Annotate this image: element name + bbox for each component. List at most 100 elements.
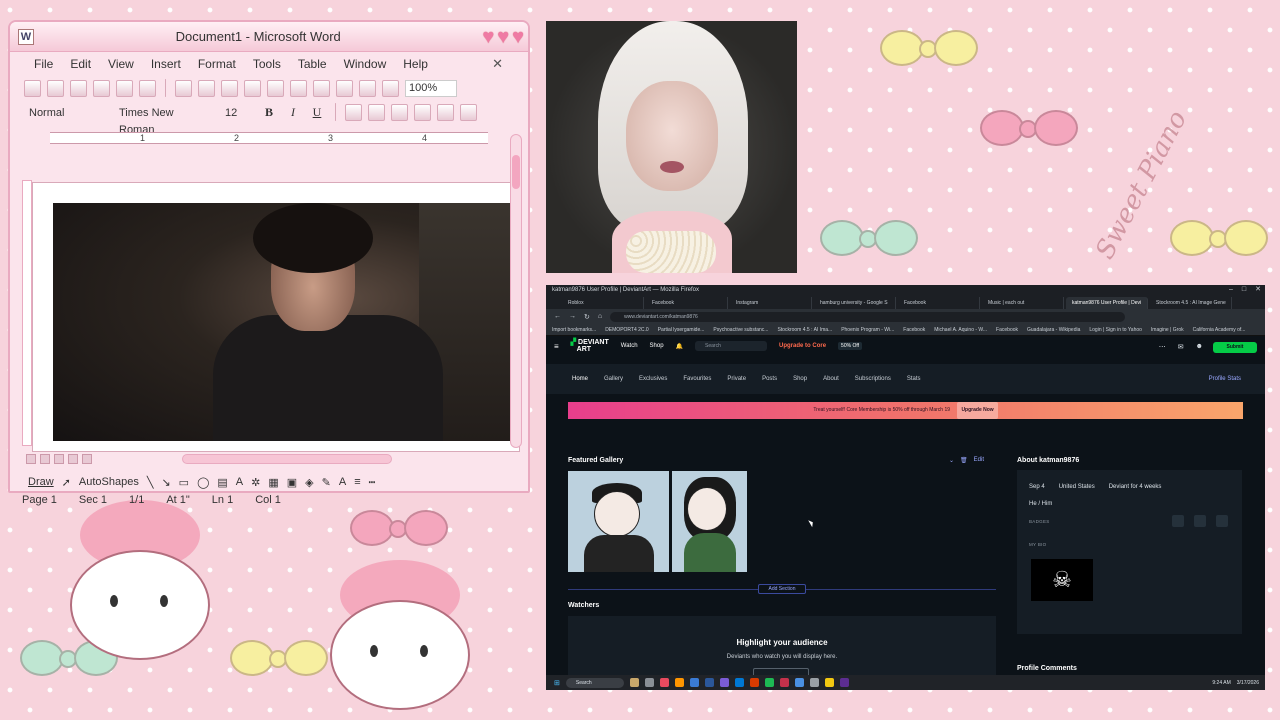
picture-icon[interactable]: ▣: [287, 476, 297, 489]
taskbar-app-icon[interactable]: [794, 678, 804, 687]
bookmark-item[interactable]: Login | Sign in to Yahoo: [1089, 327, 1142, 333]
clipart-icon[interactable]: ▦: [268, 476, 278, 489]
tab-facebook[interactable]: Facebook: [646, 297, 728, 309]
format-painter-icon[interactable]: [267, 79, 284, 97]
cut-icon[interactable]: [198, 79, 215, 97]
close-document-icon[interactable]: ✕: [492, 56, 503, 72]
taskbar-app-icon[interactable]: [659, 678, 669, 687]
menu-table[interactable]: Table: [298, 57, 327, 71]
show-hide-icon[interactable]: [382, 79, 399, 97]
search-input[interactable]: Search: [695, 341, 768, 351]
highlight-icon[interactable]: [437, 103, 454, 121]
menu-help[interactable]: Help: [403, 57, 428, 71]
shop-link[interactable]: Shop: [650, 343, 664, 349]
font-color-icon[interactable]: [460, 103, 477, 121]
profile-tab-about[interactable]: About: [823, 376, 839, 382]
watch-link[interactable]: Watch: [621, 343, 638, 349]
new-document-icon[interactable]: [24, 79, 41, 97]
tab-deviantart-profile[interactable]: katman9876 User Profile | Devi: [1066, 297, 1148, 309]
taskbar-app-icon[interactable]: [749, 678, 759, 687]
horizontal-scrollbar[interactable]: [182, 454, 392, 464]
badge-icon[interactable]: [1172, 515, 1184, 527]
avatar-icon[interactable]: ☻: [1196, 343, 1203, 351]
firefox-window[interactable]: katman9876 User Profile | DeviantArt — M…: [546, 285, 1265, 690]
align-right-icon[interactable]: [391, 103, 408, 121]
messages-icon[interactable]: ✉: [1178, 343, 1184, 351]
textbox-icon[interactable]: ▤: [217, 476, 227, 489]
profile-tab-exclusives[interactable]: Exclusives: [639, 376, 667, 382]
taskbar-app-icon[interactable]: [629, 678, 639, 687]
submit-button[interactable]: Submit: [1213, 342, 1257, 353]
gallery-thumbnail[interactable]: [672, 471, 747, 572]
print-preview-icon[interactable]: [139, 79, 156, 97]
menu-insert[interactable]: Insert: [151, 57, 181, 71]
taskbar-app-icon[interactable]: [764, 678, 774, 687]
taskbar-app-icon[interactable]: [839, 678, 849, 687]
wordart-icon[interactable]: A: [236, 476, 243, 488]
vertical-scrollbar[interactable]: [510, 134, 522, 448]
tab-roblox[interactable]: Roblox: [562, 297, 644, 309]
align-center-icon[interactable]: [368, 103, 385, 121]
menu-window[interactable]: Window: [344, 57, 387, 71]
clock-date[interactable]: 3/17/2026: [1237, 680, 1259, 686]
line-icon[interactable]: ╲: [147, 476, 154, 489]
redo-icon[interactable]: [313, 79, 330, 97]
reload-icon[interactable]: ↻: [584, 313, 590, 321]
line-style-icon[interactable]: ≡: [354, 476, 360, 488]
arrow-icon[interactable]: ↘: [161, 476, 170, 489]
font-size-select[interactable]: 12: [220, 103, 254, 121]
save-icon[interactable]: [70, 79, 87, 97]
bookmark-item[interactable]: Psychoactive substanc...: [713, 327, 768, 333]
back-icon[interactable]: ←: [554, 313, 561, 320]
tab-music[interactable]: Music | each out: [982, 297, 1064, 309]
bookmark-item[interactable]: Stockroom 4.5 : AI Ima...: [777, 327, 832, 333]
menu-edit[interactable]: Edit: [70, 57, 91, 71]
underline-button[interactable]: U: [308, 104, 326, 121]
italic-button[interactable]: I: [284, 104, 302, 121]
align-left-icon[interactable]: [345, 103, 362, 121]
fill-color-icon[interactable]: ◈: [305, 476, 313, 489]
zoom-select[interactable]: 100%: [405, 79, 457, 97]
taskbar-app-icon[interactable]: [689, 678, 699, 687]
badge-icon[interactable]: [1216, 515, 1228, 527]
maximize-heart-icon[interactable]: ♥: [497, 27, 509, 47]
bookmark-item[interactable]: Facebook: [996, 327, 1018, 333]
profile-tab-home[interactable]: Home: [572, 376, 588, 382]
dash-style-icon[interactable]: ┅: [369, 476, 376, 489]
horizontal-ruler[interactable]: 1 2 3 4: [20, 128, 518, 150]
menu-format[interactable]: Format: [198, 57, 236, 71]
upgrade-now-button[interactable]: Upgrade Now: [957, 402, 998, 419]
collapse-icon[interactable]: ⌄: [949, 457, 954, 464]
menu-file[interactable]: File: [34, 57, 53, 71]
bookmark-item[interactable]: Guadalajara - Wikipedia: [1027, 327, 1080, 333]
print-icon[interactable]: [116, 79, 133, 97]
maximize-icon[interactable]: □: [1242, 285, 1246, 295]
justify-icon[interactable]: [414, 103, 431, 121]
add-section-button[interactable]: Add Section: [758, 584, 806, 594]
taskbar-app-icon[interactable]: [719, 678, 729, 687]
profile-tab-private[interactable]: Private: [727, 376, 746, 382]
paste-icon[interactable]: [244, 79, 261, 97]
url-bar[interactable]: www.deviantart.com/katman9876: [610, 311, 1125, 322]
profile-tab-stats[interactable]: Stats: [907, 376, 921, 382]
undo-icon[interactable]: [290, 79, 307, 97]
bookmark-item[interactable]: Michael A. Aquino - W...: [934, 327, 987, 333]
web-layout-icon[interactable]: [40, 454, 50, 464]
draw-menu[interactable]: Draw: [28, 476, 54, 488]
font-select[interactable]: Times New Roman: [114, 103, 214, 136]
clock-time[interactable]: 9:24 AM: [1212, 680, 1230, 686]
line-color-icon[interactable]: ✎: [322, 476, 331, 489]
taskbar-app-icon[interactable]: [824, 678, 834, 687]
delete-icon[interactable]: 🗑: [960, 457, 968, 464]
hamburger-menu-icon[interactable]: ≡: [554, 342, 559, 351]
tab-google-search[interactable]: hamburg university - Google S: [814, 297, 896, 309]
upgrade-link[interactable]: Upgrade to Core: [779, 343, 826, 349]
scrollbar-thumb[interactable]: [512, 155, 520, 189]
bookmark-item[interactable]: California Academy of...: [1193, 327, 1246, 333]
bold-button[interactable]: B: [260, 104, 278, 121]
gallery-thumbnail[interactable]: [568, 471, 669, 572]
bookmark-item[interactable]: Import bookmarks...: [552, 327, 596, 333]
rectangle-icon[interactable]: ▭: [179, 476, 189, 489]
autoshapes-menu[interactable]: AutoShapes: [79, 476, 139, 488]
vertical-ruler[interactable]: [22, 180, 32, 446]
